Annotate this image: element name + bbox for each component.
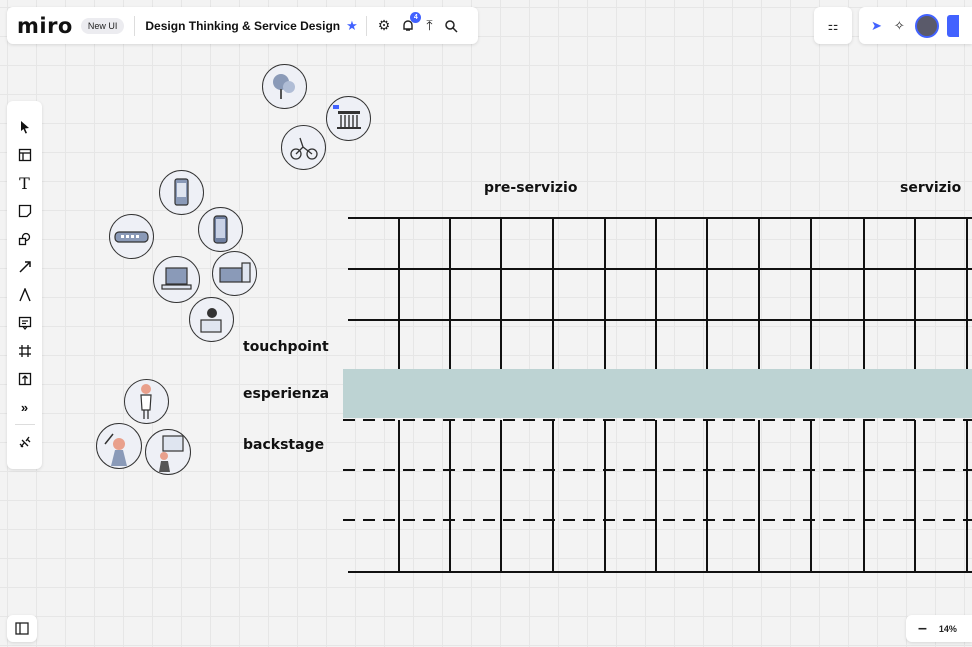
service-label[interactable]: servizio bbox=[900, 180, 961, 196]
smartphone-sticker[interactable] bbox=[159, 170, 204, 215]
presenter-sticker[interactable] bbox=[145, 429, 191, 475]
laptop-sticker[interactable] bbox=[153, 256, 200, 303]
ticket-machine-icon bbox=[219, 262, 251, 283]
presenter-icon bbox=[159, 435, 184, 472]
experience-label[interactable]: esperienza bbox=[243, 386, 329, 402]
smartphone-icon bbox=[174, 178, 189, 206]
tree-sticker[interactable] bbox=[262, 64, 307, 109]
technician-icon bbox=[104, 433, 127, 466]
bicycle-icon bbox=[290, 137, 318, 160]
person-icon bbox=[140, 384, 152, 419]
service-blueprint-grid[interactable] bbox=[0, 0, 972, 647]
card-sticker[interactable] bbox=[189, 297, 234, 342]
card-icon bbox=[200, 308, 222, 333]
bicycle-sticker[interactable] bbox=[281, 125, 326, 170]
train-icon bbox=[114, 231, 149, 243]
train-sticker[interactable] bbox=[109, 214, 154, 259]
person-sticker[interactable] bbox=[124, 379, 169, 424]
technician-sticker[interactable] bbox=[96, 423, 142, 469]
museum-icon bbox=[333, 105, 361, 129]
laptop-icon bbox=[161, 267, 192, 290]
pre-service-label[interactable]: pre-servizio bbox=[484, 180, 577, 196]
backstage-label[interactable]: backstage bbox=[243, 437, 324, 453]
museum-sticker[interactable] bbox=[326, 96, 371, 141]
touchpoint-label[interactable]: touchpoint bbox=[243, 339, 329, 355]
tree-icon bbox=[273, 74, 295, 99]
phone-icon bbox=[213, 215, 228, 244]
ticket-machine-sticker[interactable] bbox=[212, 251, 257, 296]
phone-sticker[interactable] bbox=[198, 207, 243, 252]
